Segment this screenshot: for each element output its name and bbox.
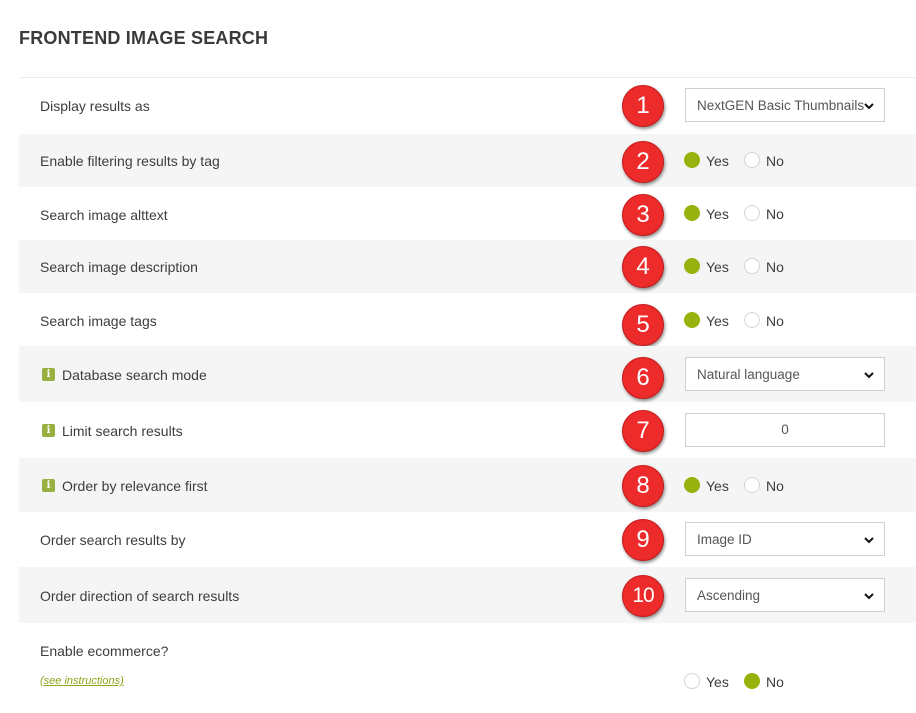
setting-label: Order direction of search results [40,588,240,604]
select-value: Ascending [697,588,761,603]
setting-row-enable-ecommerce: Enable ecommerce? (see instructions) Yes… [19,623,916,713]
radio-yes[interactable] [684,258,700,274]
order-results-by-select[interactable]: Image ID [685,522,885,556]
step-badge-2: 2 [622,141,664,183]
radio-no[interactable] [744,205,760,221]
radio-yes-label: Yes [706,478,729,494]
radio-yes-label: Yes [706,674,729,690]
select-value: NextGEN Basic Thumbnails [697,98,865,113]
radio-yes[interactable] [684,477,700,493]
setting-row-order-direction: Order direction of search results 10 Asc… [19,567,916,623]
radio-no-label: No [766,206,784,222]
setting-label: Enable ecommerce? [40,643,169,659]
setting-label: Search image description [40,259,198,275]
radio-no[interactable] [744,673,760,689]
radio-no-label: No [766,674,784,690]
display-results-select[interactable]: NextGEN Basic Thumbnails [685,88,885,122]
chevron-down-icon [864,591,874,601]
select-value: Natural language [697,367,800,382]
radio-yes-label: Yes [706,259,729,275]
step-badge-7: 7 [622,410,664,452]
setting-row-search-alttext: Search image alttext 3 Yes No [19,187,916,240]
setting-row-database-search-mode: i Database search mode 6 Natural languag… [19,346,916,402]
database-search-mode-select[interactable]: Natural language [685,357,885,391]
radio-yes[interactable] [684,205,700,221]
chevron-down-icon [864,370,874,380]
setting-row-filter-by-tag: Enable filtering results by tag 2 Yes No [19,134,916,187]
step-badge-10: 10 [622,575,664,617]
radio-yes[interactable] [684,312,700,328]
setting-label: Display results as [40,98,150,114]
radio-no-label: No [766,153,784,169]
radio-yes[interactable] [684,152,700,168]
page-title: FRONTEND IMAGE SEARCH [19,28,269,48]
radio-no[interactable] [744,152,760,168]
setting-label: Search image tags [40,313,157,329]
setting-label: Search image alttext [40,207,168,223]
setting-row-order-by-relevance: i Order by relevance first 8 Yes No [19,458,916,512]
info-icon[interactable]: i [42,479,55,492]
setting-row-search-description: Search image description 4 Yes No [19,240,916,293]
step-badge-5: 5 [622,304,664,346]
step-badge-9: 9 [622,519,664,561]
radio-no[interactable] [744,258,760,274]
settings-panel: Display results as 1 NextGEN Basic Thumb… [19,77,916,713]
radio-yes-label: Yes [706,153,729,169]
step-badge-3: 3 [622,194,664,236]
radio-no-label: No [766,259,784,275]
radio-no[interactable] [744,312,760,328]
info-icon[interactable]: i [42,424,55,437]
setting-label: Order by relevance first [62,478,208,494]
setting-label: Order search results by [40,532,186,548]
setting-label: Limit search results [62,423,183,439]
step-badge-4: 4 [622,246,664,288]
step-badge-1: 1 [622,85,664,127]
chevron-down-icon [864,101,874,111]
select-value: Image ID [697,532,752,547]
radio-yes-label: Yes [706,313,729,329]
info-icon[interactable]: i [42,368,55,381]
step-badge-6: 6 [622,357,664,399]
order-direction-select[interactable]: Ascending [685,578,885,612]
radio-no-label: No [766,478,784,494]
setting-row-search-tags: Search image tags 5 Yes No [19,293,916,346]
radio-no-label: No [766,313,784,329]
radio-yes[interactable] [684,673,700,689]
setting-row-order-results-by: Order search results by 9 Image ID [19,512,916,567]
see-instructions-link[interactable]: (see instructions) [40,675,124,687]
chevron-down-icon [864,535,874,545]
setting-label: Enable filtering results by tag [40,153,220,169]
radio-no[interactable] [744,477,760,493]
radio-yes-label: Yes [706,206,729,222]
setting-row-display-results: Display results as 1 NextGEN Basic Thumb… [19,78,916,133]
setting-row-limit-search-results: i Limit search results 7 0 [19,402,916,458]
limit-search-results-input[interactable]: 0 [685,413,885,447]
setting-label: Database search mode [62,367,207,383]
step-badge-8: 8 [622,465,664,507]
